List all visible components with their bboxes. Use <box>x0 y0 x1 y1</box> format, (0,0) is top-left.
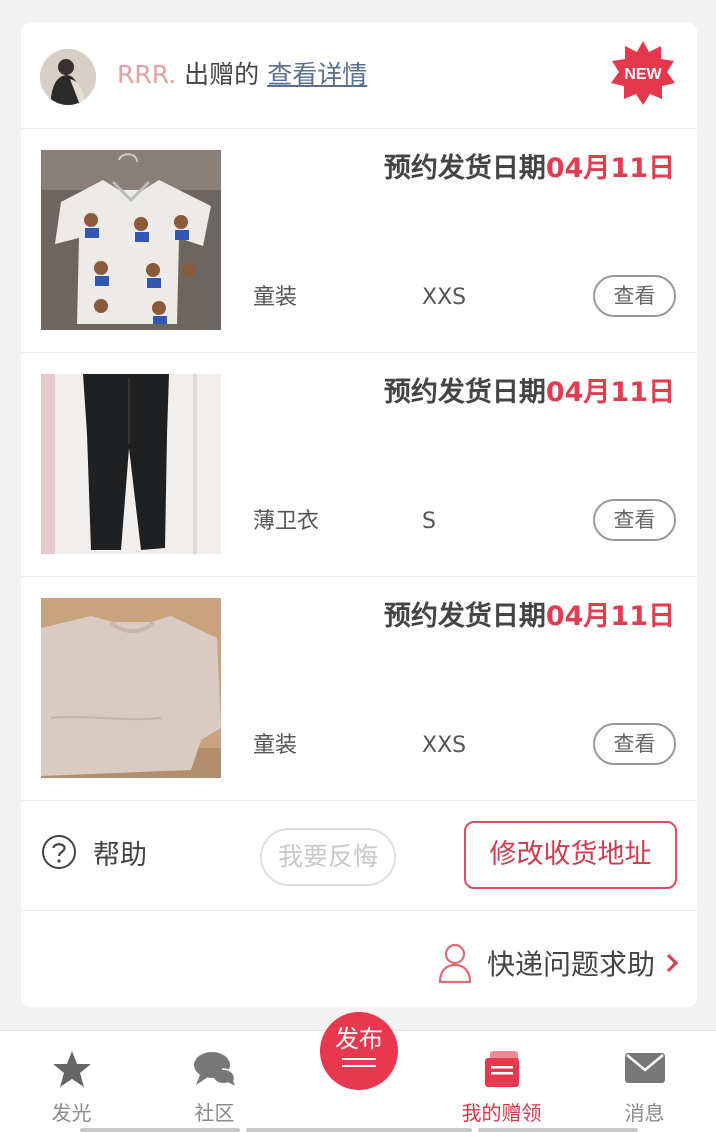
gift-item[interactable]: 预约发货日期04月11日 童装 XXS 查看 <box>21 577 697 801</box>
view-item-button[interactable]: 查看 <box>593 275 676 317</box>
ship-label: 预约发货日期 <box>383 601 546 632</box>
ship-date: 04月11日 <box>545 153 675 184</box>
publish-label: 发布 <box>335 1025 383 1053</box>
card-header: RRR. 出赠的 查看详情 NEW <box>21 22 697 129</box>
new-badge: NEW <box>609 39 677 107</box>
give-label: 出赠的 <box>184 60 260 89</box>
item-size: S <box>422 509 436 534</box>
wallet-icon <box>484 1051 519 1087</box>
help-icon <box>42 835 76 869</box>
tab-messages[interactable]: 消息 <box>573 1031 716 1132</box>
new-badge-text: NEW <box>624 66 662 83</box>
gift-order-card: RRR.出赠的查看详情 NEW 预约发货日期04月11日 童装 XXS 查看 <box>21 22 697 1007</box>
ship-date: 04月11日 <box>545 377 675 408</box>
ship-label: 预约发货日期 <box>383 153 546 184</box>
header-text: RRR. 出赠的 查看详情 <box>117 56 367 94</box>
gift-item[interactable]: 预约发货日期04月11日 薄卫衣 S 查看 <box>21 353 697 577</box>
gift-item[interactable]: 预约发货日期04月11日 童装 XXS 查看 <box>21 129 697 353</box>
scroll-indicator <box>80 1128 240 1132</box>
tab-glow[interactable]: 发光 <box>0 1031 143 1132</box>
ship-date-text: 预约发货日期04月11日 <box>384 375 675 411</box>
avatar[interactable] <box>40 49 96 105</box>
item-category: 薄卫衣 <box>253 509 320 534</box>
item-category: 童装 <box>253 285 298 310</box>
order-actions: 帮助 我要反悔 修改收货地址 <box>21 801 697 911</box>
tab-label: 消息 <box>624 1101 665 1125</box>
ship-label: 预约发货日期 <box>383 377 546 408</box>
tab-my-gifts[interactable]: 我的赠领 <box>430 1031 573 1132</box>
item-size: XXS <box>422 285 467 310</box>
chat-icon <box>193 1052 237 1089</box>
help-label: 帮助 <box>93 839 147 871</box>
person-icon <box>438 943 472 984</box>
tab-label: 发光 <box>51 1101 92 1125</box>
ship-date-text: 预约发货日期04月11日 <box>384 151 675 187</box>
menu-icon <box>342 1058 376 1072</box>
mail-icon <box>624 1053 665 1083</box>
item-size: XXS <box>422 733 467 758</box>
item-category: 童装 <box>253 733 298 758</box>
tab-label: 我的赠领 <box>461 1101 542 1125</box>
item-photo-top[interactable] <box>41 598 221 778</box>
regret-button[interactable]: 我要反悔 <box>260 828 396 886</box>
item-photo-pants[interactable] <box>41 374 221 554</box>
item-photo-shirt[interactable] <box>41 150 221 330</box>
tab-label: 社区 <box>194 1101 235 1125</box>
chevron-right-icon <box>666 953 679 973</box>
tab-community[interactable]: 社区 <box>143 1031 286 1132</box>
scroll-indicator <box>478 1128 638 1132</box>
view-item-button[interactable]: 查看 <box>593 499 676 541</box>
courier-help-row[interactable]: 快递问题求助 <box>21 911 697 1007</box>
help-button[interactable]: 帮助 <box>41 833 147 871</box>
scroll-indicator <box>246 1128 472 1132</box>
ship-date: 04月11日 <box>545 601 675 632</box>
edit-address-button[interactable]: 修改收货地址 <box>464 821 677 889</box>
star-icon <box>52 1051 91 1087</box>
ship-date-text: 预约发货日期04月11日 <box>384 599 675 635</box>
username[interactable]: RRR. <box>117 60 176 89</box>
publish-button[interactable]: 发布 <box>320 1012 398 1090</box>
courier-help-link[interactable]: 快递问题求助 <box>437 941 679 985</box>
view-item-button[interactable]: 查看 <box>593 723 676 765</box>
view-details-link[interactable]: 查看详情 <box>267 60 367 89</box>
courier-help-label: 快递问题求助 <box>486 948 655 981</box>
